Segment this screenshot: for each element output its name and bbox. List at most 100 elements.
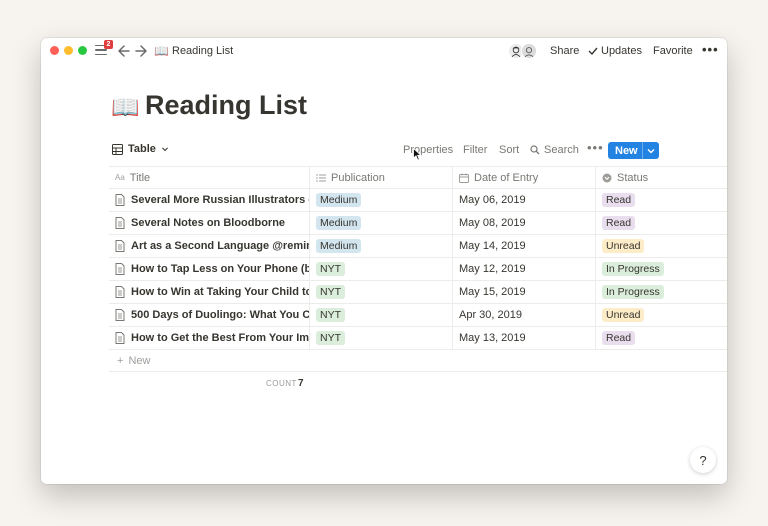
row-title: How to Tap Less on Your Phone (but Get M… <box>131 263 309 275</box>
count-value: 7 <box>298 378 304 389</box>
row-title: How to Win at Taking Your Child to Work … <box>131 286 309 298</box>
text-property-icon: Aa <box>115 173 125 182</box>
mouse-cursor-icon <box>413 148 422 161</box>
new-button[interactable]: New <box>608 142 659 159</box>
cell-title[interactable]: How to Get the Best From Your Immune Sys… <box>109 327 310 349</box>
table-header: Aa Title Publication Date of Entry Statu… <box>109 166 727 189</box>
table-row[interactable]: Several Notes on Bloodborne Medium May 08,… <box>109 212 727 235</box>
cell-title[interactable]: How to Tap Less on Your Phone (but Get M… <box>109 258 310 280</box>
help-button[interactable]: ? <box>690 447 716 473</box>
cell-date[interactable]: May 13, 2019 <box>453 327 596 349</box>
properties-button[interactable]: Properties <box>403 144 453 156</box>
cell-title[interactable]: 500 Days of Duolingo: What You Can and C… <box>109 304 310 326</box>
cell-status[interactable]: Read <box>596 327 727 349</box>
status-tag: Unread <box>602 308 645 322</box>
page-icon[interactable]: 📖 <box>111 94 140 121</box>
favorite-button[interactable]: Favorite <box>653 45 693 57</box>
cell-status[interactable]: In Progress <box>596 281 727 303</box>
publication-tag: NYT <box>316 262 345 276</box>
cell-date[interactable]: May 14, 2019 <box>453 235 596 257</box>
document-icon <box>115 309 125 321</box>
column-header-publication[interactable]: Publication <box>310 167 453 188</box>
cell-publication[interactable]: NYT <box>310 281 453 303</box>
view-options-button[interactable]: ••• <box>587 140 604 155</box>
sort-button[interactable]: Sort <box>499 144 519 156</box>
document-icon <box>115 217 125 229</box>
add-row-button[interactable]: + New <box>109 350 727 372</box>
collaborator-avatars[interactable] <box>508 43 540 60</box>
table-row[interactable]: How to Get the Best From Your Immune Sys… <box>109 327 727 350</box>
view-label: Table <box>128 143 156 155</box>
table-row[interactable]: 500 Days of Duolingo: What You Can and C… <box>109 304 727 327</box>
row-title: Several More Russian Illustrators of Not… <box>131 194 309 206</box>
minimize-window-button[interactable] <box>64 46 73 55</box>
cell-date[interactable]: May 08, 2019 <box>453 212 596 234</box>
publication-tag: NYT <box>316 285 345 299</box>
view-selector[interactable]: Table <box>112 143 169 155</box>
status-tag: In Progress <box>602 262 664 276</box>
status-tag: Read <box>602 331 636 345</box>
share-button[interactable]: Share <box>550 45 579 57</box>
row-title: 500 Days of Duolingo: What You Can and C… <box>131 309 310 321</box>
more-options-button[interactable]: ••• <box>702 42 719 57</box>
search-button[interactable]: Search <box>530 144 579 156</box>
cell-status[interactable]: Unread <box>596 304 727 326</box>
status-tag: In Progress <box>602 285 664 299</box>
table-row[interactable]: Several More Russian Illustrators of Not… <box>109 189 727 212</box>
forward-arrow-icon[interactable] <box>134 43 148 59</box>
row-title: How to Get the Best From Your Immune Sys… <box>131 332 310 344</box>
database-table: Aa Title Publication Date of Entry Statu… <box>109 166 727 372</box>
cell-publication[interactable]: NYT <box>310 258 453 280</box>
column-header-title[interactable]: Aa Title <box>109 167 310 188</box>
cell-date[interactable]: May 12, 2019 <box>453 258 596 280</box>
cell-publication[interactable]: NYT <box>310 327 453 349</box>
breadcrumb-title[interactable]: Reading List <box>172 45 233 57</box>
cell-title[interactable]: Art as a Second Language @remind Sam <box>109 235 310 257</box>
row-date: May 15, 2019 <box>459 286 526 298</box>
status-tag: Unread <box>602 239 645 253</box>
cell-status[interactable]: Unread <box>596 235 727 257</box>
close-window-button[interactable] <box>50 46 59 55</box>
cell-status[interactable]: In Progress <box>596 258 727 280</box>
page-title[interactable]: Reading List <box>145 90 307 121</box>
row-date: May 12, 2019 <box>459 263 526 275</box>
search-icon <box>530 145 540 155</box>
cell-date[interactable]: Apr 30, 2019 <box>453 304 596 326</box>
cell-title[interactable]: How to Win at Taking Your Child to Work … <box>109 281 310 303</box>
table-row[interactable]: Art as a Second Language @remind Sam Medi… <box>109 235 727 258</box>
cell-date[interactable]: May 06, 2019 <box>453 189 596 211</box>
table-icon <box>112 143 123 155</box>
publication-tag: Medium <box>316 216 362 230</box>
document-icon <box>115 263 125 275</box>
maximize-window-button[interactable] <box>78 46 87 55</box>
status-tag: Read <box>602 216 636 230</box>
table-row[interactable]: How to Win at Taking Your Child to Work … <box>109 281 727 304</box>
plus-icon: + <box>117 354 124 367</box>
app-window: 2 📖 Reading List Share Updates Favorite … <box>41 38 727 484</box>
filter-button[interactable]: Filter <box>463 144 487 156</box>
back-arrow-icon[interactable] <box>117 43 131 59</box>
cell-date[interactable]: May 15, 2019 <box>453 281 596 303</box>
cell-publication[interactable]: NYT <box>310 304 453 326</box>
updates-button[interactable]: Updates <box>588 45 642 57</box>
table-row[interactable]: How to Tap Less on Your Phone (but Get M… <box>109 258 727 281</box>
row-date: May 08, 2019 <box>459 217 526 229</box>
row-title: Several Notes on Bloodborne <box>131 217 286 229</box>
notification-badge: 2 <box>104 40 113 49</box>
document-icon <box>115 286 125 298</box>
cell-publication[interactable]: Medium <box>310 235 453 257</box>
new-dropdown-button[interactable] <box>642 142 659 159</box>
cell-publication[interactable]: Medium <box>310 212 453 234</box>
column-header-date[interactable]: Date of Entry <box>453 167 596 188</box>
select-property-icon <box>602 173 612 182</box>
publication-tag: NYT <box>316 331 345 345</box>
cell-status[interactable]: Read <box>596 212 727 234</box>
cell-title[interactable]: Several More Russian Illustrators of Not… <box>109 189 310 211</box>
check-icon <box>588 47 598 56</box>
cell-publication[interactable]: Medium <box>310 189 453 211</box>
cell-title[interactable]: Several Notes on Bloodborne <box>109 212 310 234</box>
column-header-status[interactable]: Status <box>596 167 727 188</box>
calendar-icon <box>459 173 469 183</box>
new-button-label: New <box>615 144 638 157</box>
cell-status[interactable]: Read <box>596 189 727 211</box>
